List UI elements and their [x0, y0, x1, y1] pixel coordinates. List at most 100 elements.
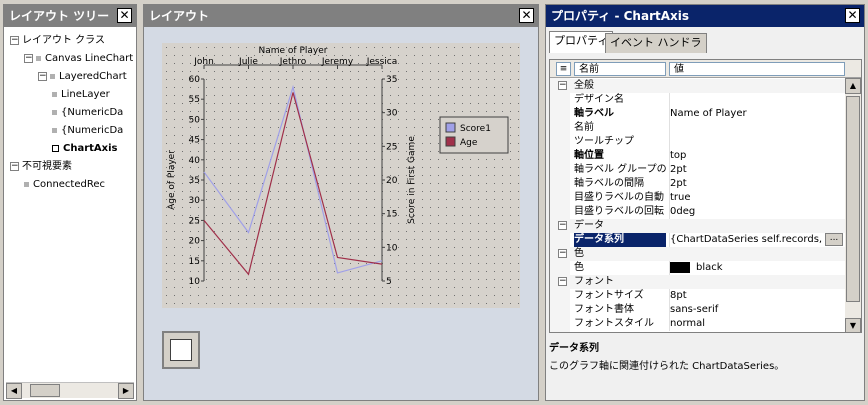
grid-dot — [174, 295, 175, 296]
tab-event-handlers[interactable]: イベント ハンドラ — [605, 33, 707, 53]
tree-node[interactable]: − Canvas LineChart — [24, 51, 133, 67]
property-section[interactable]: − 全般 — [550, 79, 846, 93]
property-section[interactable]: − データ — [550, 219, 846, 233]
layout-tool-button[interactable] — [162, 331, 200, 369]
grid-dot — [254, 159, 255, 160]
y-left-axis-label: Age of Player — [167, 150, 177, 210]
collapse-icon[interactable]: − — [558, 277, 567, 286]
grid-dot — [174, 95, 175, 96]
tree-node[interactable]: {NumericDa — [52, 123, 123, 139]
grid-dot — [446, 207, 447, 208]
property-value[interactable]: 2pt — [669, 163, 845, 177]
grid-dot — [494, 199, 495, 200]
property-value[interactable]: {ChartDataSeries self.records,... — [669, 233, 845, 247]
property-row[interactable]: 軸位置 top — [550, 149, 846, 163]
grid-dot — [366, 199, 367, 200]
grid-dot — [414, 71, 415, 72]
collapse-icon[interactable]: − — [24, 53, 33, 63]
tree-node[interactable]: {NumericDa — [52, 105, 123, 121]
property-section[interactable]: − フォント — [550, 275, 846, 289]
line-chart[interactable]: Name of Player John Julie Jethro Jeremy Jessi… — [162, 43, 520, 308]
grid-dot — [334, 207, 335, 208]
property-value[interactable]: black — [669, 261, 845, 275]
collapse-icon[interactable]: − — [38, 71, 47, 81]
property-row[interactable]: データ系列 {ChartDataSeries self.records,... — [550, 233, 846, 247]
property-value[interactable] — [669, 93, 845, 107]
property-value[interactable]: 8pt — [669, 289, 845, 303]
tree-node[interactable]: − 不可視要素 — [10, 159, 72, 175]
property-value[interactable] — [669, 121, 845, 135]
vertical-scrollbar[interactable]: ▲ ▼ — [845, 78, 861, 332]
property-value[interactable]: true — [669, 191, 845, 205]
horizontal-scrollbar[interactable]: ◀ ▶ — [6, 382, 134, 399]
property-row[interactable]: フォントスタイル normal — [550, 317, 846, 331]
property-row[interactable]: デザイン名 — [550, 93, 846, 107]
scroll-left-icon[interactable]: ◀ — [6, 383, 22, 399]
tree-node[interactable]: ChartAxis — [52, 141, 118, 157]
sort-icon[interactable]: ≡ — [556, 62, 571, 76]
scroll-thumb[interactable] — [30, 384, 60, 397]
grid-dot — [182, 87, 183, 88]
grid-dot — [238, 151, 239, 152]
property-value[interactable]: 0deg — [669, 205, 845, 219]
grid-dot — [502, 103, 503, 104]
tree-node[interactable]: LineLayer — [52, 87, 110, 103]
grid-dot — [182, 103, 183, 104]
collapse-icon[interactable]: − — [558, 249, 567, 258]
property-value[interactable]: sans-serif — [669, 303, 845, 317]
chart-svg: Name of PlayerJohn Julie Jethro Jeremy Jessi… — [166, 46, 519, 304]
property-row[interactable]: フォント書体 sans-serif — [550, 303, 846, 317]
grid-dot — [350, 71, 351, 72]
ellipsis-button[interactable]: ... — [825, 233, 843, 246]
collapse-icon[interactable]: − — [10, 161, 19, 171]
scroll-right-icon[interactable]: ▶ — [118, 383, 134, 399]
collapse-icon[interactable]: − — [558, 221, 567, 230]
grid-dot — [246, 103, 247, 104]
grid-dot — [334, 79, 335, 80]
property-value[interactable]: Name of Player — [669, 107, 845, 121]
scroll-thumb[interactable] — [846, 96, 860, 302]
property-row[interactable]: 目盛りラベルの回転 0deg — [550, 205, 846, 219]
property-value[interactable]: normal — [669, 317, 845, 331]
property-row[interactable]: 軸ラベル グループの 2pt — [550, 163, 846, 177]
tree-node[interactable]: − LayeredChart — [38, 69, 127, 85]
grid-dot — [374, 295, 375, 296]
property-row[interactable]: 目盛りラベルの自動 true — [550, 191, 846, 205]
property-name: 軸ラベル グループの — [574, 164, 666, 175]
property-value[interactable]: top — [669, 149, 845, 163]
grid-dot — [246, 303, 247, 304]
tree-node[interactable]: ConnectedRec — [24, 177, 105, 193]
grid-dot — [510, 199, 511, 200]
property-row[interactable]: フォントサイズ 8pt — [550, 289, 846, 303]
close-icon[interactable]: ✕ — [519, 8, 534, 23]
grid-dot — [494, 95, 495, 96]
tab-properties[interactable]: プロパティ — [549, 31, 614, 53]
grid-dot — [294, 215, 295, 216]
property-value[interactable]: 2pt — [669, 177, 845, 191]
collapse-icon[interactable]: − — [558, 81, 567, 90]
grid-dot — [286, 103, 287, 104]
grid-dot — [382, 71, 383, 72]
name-column-header[interactable]: 名前 — [574, 62, 666, 76]
grid-dot — [422, 183, 423, 184]
property-row[interactable]: 名前 — [550, 121, 846, 135]
value-column-header[interactable]: 値 — [669, 62, 845, 76]
grid-dot — [414, 287, 415, 288]
scroll-up-icon[interactable]: ▲ — [845, 78, 861, 94]
grid-dot — [262, 279, 263, 280]
collapse-icon[interactable]: − — [10, 35, 19, 45]
grid-dot — [358, 223, 359, 224]
close-icon[interactable]: ✕ — [117, 8, 132, 23]
property-row[interactable]: 軸ラベルの間隔 2pt — [550, 177, 846, 191]
property-row[interactable]: ツールチップ — [550, 135, 846, 149]
grid-dot — [398, 87, 399, 88]
scroll-down-icon[interactable]: ▼ — [845, 318, 861, 332]
property-section[interactable]: − 色 — [550, 247, 846, 261]
property-row[interactable]: 軸ラベル Name of Player — [550, 107, 846, 121]
property-value[interactable] — [669, 135, 845, 149]
tree-node[interactable]: − レイアウト クラス — [10, 33, 105, 49]
close-icon[interactable]: ✕ — [845, 8, 860, 23]
property-row[interactable]: 色 black — [550, 261, 846, 275]
grid-dot — [238, 223, 239, 224]
grid-dot — [350, 263, 351, 264]
